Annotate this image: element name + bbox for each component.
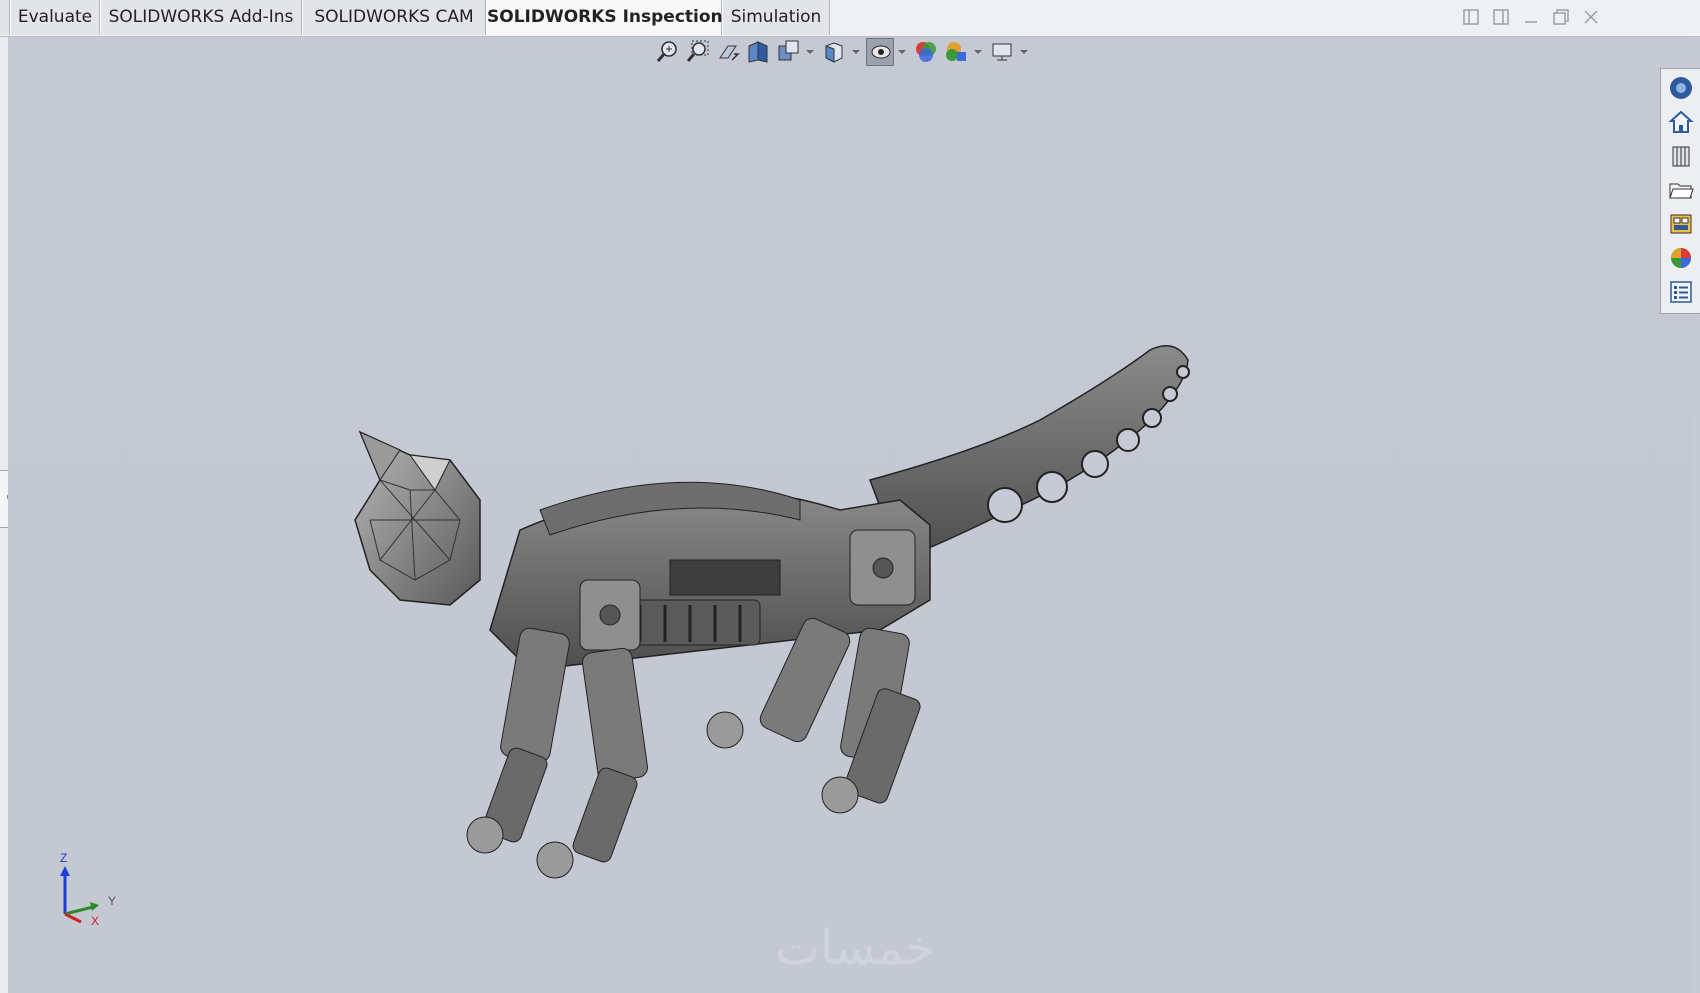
tile-left-icon[interactable]: [1460, 6, 1482, 28]
front-legs: [466, 627, 649, 879]
tab-overflow[interactable]: [0, 0, 10, 35]
view-orientation-icon[interactable]: [820, 38, 848, 66]
custom-properties-icon[interactable]: [1666, 277, 1696, 307]
chevron-down-icon[interactable]: [806, 50, 814, 54]
zoom-to-fit-icon[interactable]: [654, 38, 682, 66]
tab-evaluate[interactable]: Evaluate: [10, 0, 100, 35]
y-label: Y: [108, 894, 116, 908]
y-axis: [64, 905, 94, 916]
section-view-icon[interactable]: [744, 38, 772, 66]
tab-solidworks-add-ins[interactable]: SOLIDWORKS Add-Ins: [100, 0, 302, 35]
home-icon[interactable]: [1666, 107, 1696, 137]
design-library-icon[interactable]: [1666, 141, 1696, 171]
hide-show-items-icon[interactable]: [912, 38, 940, 66]
task-pane: [1660, 68, 1700, 314]
dynamic-annotation-icon[interactable]: [774, 38, 802, 66]
restore-icon[interactable]: [1550, 6, 1572, 28]
view-settings-icon[interactable]: [988, 38, 1016, 66]
tab-solidworks-inspection[interactable]: SOLIDWORKS Inspection: [486, 0, 723, 35]
z-label: Z: [60, 852, 67, 865]
chevron-down-icon[interactable]: [974, 50, 982, 54]
tab-solidworks-cam[interactable]: SOLIDWORKS CAM: [302, 0, 486, 35]
coordinate-triad: Z Y X: [60, 852, 116, 928]
view-palette-icon[interactable]: [1666, 209, 1696, 239]
edit-appearance-icon[interactable]: [942, 38, 970, 66]
close-icon[interactable]: [1580, 6, 1602, 28]
zoom-to-area-icon[interactable]: [684, 38, 712, 66]
previous-view-icon[interactable]: [714, 38, 742, 66]
file-explorer-icon[interactable]: [1666, 175, 1696, 205]
tile-right-icon[interactable]: [1490, 6, 1512, 28]
x-label: X: [91, 914, 99, 928]
command-manager-tabs: Evaluate SOLIDWORKS Add-Ins SOLIDWORKS C…: [0, 0, 1700, 37]
chevron-down-icon[interactable]: [852, 50, 860, 54]
chevron-down-icon[interactable]: [898, 50, 906, 54]
appearances-scenes-icon[interactable]: [1666, 243, 1696, 273]
head: [354, 430, 481, 606]
chevron-down-icon[interactable]: [1020, 50, 1028, 54]
display-style-icon[interactable]: [866, 38, 894, 66]
solidworks-resources-icon[interactable]: [1666, 73, 1696, 103]
watermark-text: خمسات: [774, 920, 936, 976]
watermark: خمسات: [740, 920, 970, 980]
x-axis: [64, 912, 82, 924]
minimize-icon[interactable]: [1520, 6, 1542, 28]
robot-cat-model[interactable]: [340, 330, 1220, 950]
tab-simulation[interactable]: Simulation: [722, 0, 830, 35]
